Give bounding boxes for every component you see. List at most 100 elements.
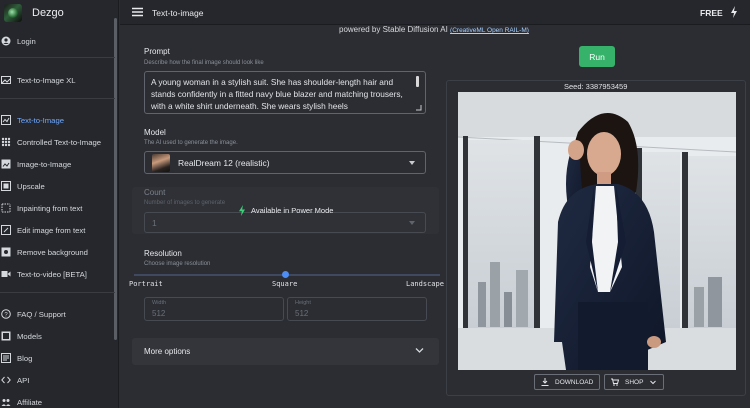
- page-title: Text-to-image: [152, 8, 204, 18]
- prompt-text: A young woman in a stylish suit. She has…: [151, 77, 403, 111]
- cart-icon: [611, 378, 619, 386]
- resolution-option-portrait[interactable]: Portrait: [129, 280, 163, 288]
- count-value: 1: [152, 218, 157, 228]
- app-logo: [4, 4, 22, 22]
- more-options-label: More options: [144, 347, 191, 356]
- sidebar-item-controlled-text-to-image[interactable]: Controlled Text-to-Image: [0, 134, 115, 150]
- model-label: Model: [144, 128, 166, 137]
- upscale-icon: [1, 181, 11, 191]
- sidebar-item-label: Inpainting from text: [17, 203, 83, 213]
- download-button[interactable]: DOWNLOAD: [534, 374, 601, 390]
- help-icon: ?: [1, 309, 11, 319]
- download-icon: [541, 378, 549, 386]
- license-link[interactable]: (CreativeML Open RAIL-M): [450, 27, 529, 34]
- height-label: Height: [295, 300, 311, 306]
- image-image-icon: [1, 159, 11, 169]
- image-xl-icon: [1, 75, 11, 85]
- power-mode-text: Available in Power Mode: [251, 206, 334, 215]
- width-field[interactable]: Width 512: [144, 297, 284, 321]
- group-icon: [1, 397, 11, 407]
- model-hint: The AI used to generate the image.: [144, 140, 238, 146]
- count-hint: Number of images to generate: [144, 200, 226, 206]
- height-field[interactable]: Height 512: [287, 297, 427, 321]
- video-icon: [1, 269, 11, 279]
- chevron-down-icon: [409, 221, 415, 225]
- power-mode-notice[interactable]: Available in Power Mode: [238, 205, 333, 216]
- resolution-option-square[interactable]: Square: [272, 280, 297, 288]
- sidebar-item-faq[interactable]: ? FAQ / Support: [0, 306, 115, 322]
- model-thumbnail: [152, 154, 170, 172]
- edit-icon: [1, 225, 11, 235]
- model-selected: RealDream 12 (realistic): [178, 158, 270, 168]
- sidebar-item-text-to-video[interactable]: Text-to-video [BETA]: [0, 266, 115, 282]
- code-icon: [1, 375, 11, 385]
- top-bar: Text-to-image FREE: [120, 0, 750, 25]
- sidebar-item-label: Text-to-Image: [17, 115, 64, 125]
- menu-icon[interactable]: [132, 7, 143, 17]
- model-select[interactable]: RealDream 12 (realistic): [144, 151, 426, 174]
- prompt-label: Prompt: [144, 47, 170, 56]
- sidebar-divider: [0, 57, 115, 58]
- sidebar-item-label: Blog: [17, 353, 33, 363]
- plan-badge[interactable]: FREE: [700, 8, 723, 18]
- sidebar-item-blog[interactable]: Blog: [0, 350, 115, 366]
- generated-image[interactable]: [458, 92, 736, 370]
- sidebar-item-text-to-image[interactable]: Text-to-Image: [0, 112, 115, 128]
- shop-label: SHOP: [625, 378, 644, 386]
- sidebar-item-remove-background[interactable]: Remove background: [0, 244, 115, 260]
- more-options-accordion[interactable]: More options: [132, 338, 439, 365]
- inpaint-icon: [1, 203, 11, 213]
- prompt-textarea[interactable]: A young woman in a stylish suit. She has…: [144, 71, 426, 114]
- bolt-icon: [239, 205, 245, 216]
- width-label: Width: [152, 300, 167, 306]
- run-button[interactable]: Run: [579, 46, 615, 67]
- powered-by: powered by Stable Diffusion AI (Creative…: [339, 25, 529, 34]
- resize-handle-icon[interactable]: [415, 104, 422, 111]
- sidebar-item-affiliate[interactable]: Affiliate: [0, 394, 115, 408]
- resolution-label: Resolution: [144, 249, 182, 258]
- sidebar-item-label: Login: [17, 36, 36, 46]
- sidebar-item-image-to-image[interactable]: Image-to-Image: [0, 156, 115, 172]
- sidebar-item-label: Image-to-Image: [17, 159, 72, 169]
- chevron-down-icon: [409, 161, 415, 165]
- account-icon: [1, 36, 11, 46]
- shop-button[interactable]: SHOP: [604, 374, 665, 390]
- download-label: DOWNLOAD: [555, 378, 594, 386]
- powered-by-text: powered by Stable Diffusion AI: [339, 25, 448, 34]
- sidebar-item-label: Text-to-video [BETA]: [17, 269, 87, 279]
- sidebar-item-label: Models: [17, 331, 42, 341]
- sidebar-item-login[interactable]: Login: [0, 33, 115, 49]
- sidebar-divider: [0, 292, 115, 293]
- models-icon: [1, 331, 11, 341]
- sidebar-item-models[interactable]: Models: [0, 328, 115, 344]
- blog-icon: [1, 353, 11, 363]
- width-value: 512: [152, 309, 166, 318]
- resolution-option-landscape[interactable]: Landscape: [406, 280, 444, 288]
- sidebar-item-edit-image[interactable]: Edit image from text: [0, 222, 115, 238]
- sidebar-item-label: API: [17, 375, 30, 385]
- count-label: Count: [144, 188, 166, 197]
- sidebar-divider: [0, 98, 115, 99]
- sidebar-item-label: FAQ / Support: [17, 309, 66, 319]
- prompt-hint: Describe how the final image should look…: [144, 60, 264, 66]
- sidebar-item-label: Remove background: [17, 247, 88, 257]
- sidebar-item-api[interactable]: API: [0, 372, 115, 388]
- resolution-hint: Choose image resolution: [144, 261, 211, 267]
- sidebar-item-label: Controlled Text-to-Image: [17, 137, 102, 147]
- app-name: Dezgo: [32, 7, 64, 19]
- bolt-icon[interactable]: [730, 6, 738, 18]
- resolution-slider-thumb[interactable]: [282, 271, 289, 278]
- text-image-icon: [1, 115, 11, 125]
- brand[interactable]: Dezgo: [4, 2, 64, 24]
- prompt-scrollbar[interactable]: [416, 76, 419, 87]
- controlled-icon: [1, 137, 11, 147]
- sidebar-item-text-to-image-xl[interactable]: Text-to-Image XL: [0, 72, 115, 88]
- chevron-down-icon: [415, 348, 424, 353]
- sidebar-item-label: Edit image from text: [17, 225, 86, 235]
- remove-bg-icon: [1, 247, 11, 257]
- sidebar-item-upscale[interactable]: Upscale: [0, 178, 115, 194]
- chevron-down-icon: [650, 380, 657, 385]
- sidebar-item-inpainting[interactable]: Inpainting from text: [0, 200, 115, 216]
- sidebar-item-label: Text-to-Image XL: [17, 75, 76, 85]
- sidebar-item-label: Affiliate: [17, 397, 43, 407]
